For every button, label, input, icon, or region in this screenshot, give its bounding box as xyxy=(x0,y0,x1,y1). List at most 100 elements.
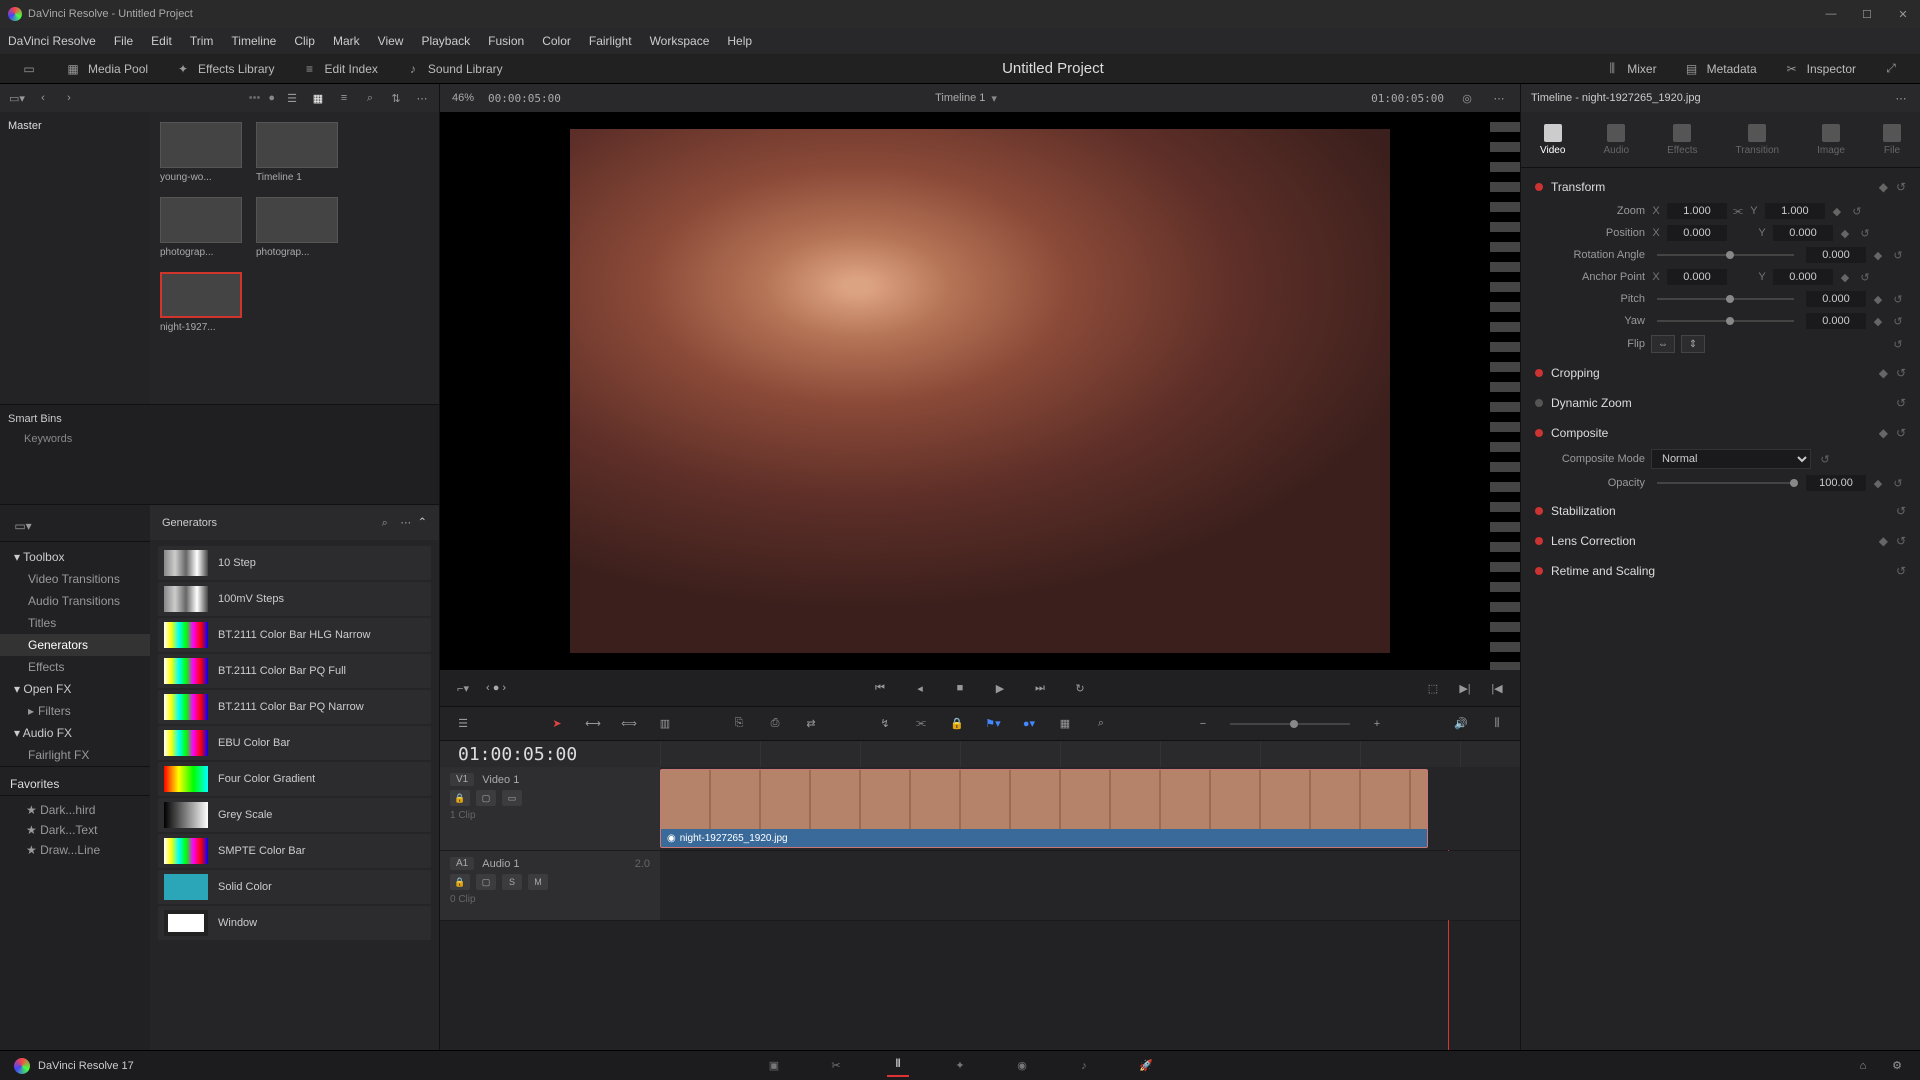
window-close-button[interactable]: ✕ xyxy=(1894,5,1912,23)
inspector-options[interactable]: ⋯ xyxy=(1892,89,1910,107)
generator-item[interactable]: BT.2111 Color Bar PQ Full xyxy=(158,654,431,688)
media-pool-toggle[interactable]: ▦Media Pool xyxy=(56,57,156,81)
generator-item[interactable]: Window xyxy=(158,906,431,940)
generator-item[interactable]: 100mV Steps xyxy=(158,582,431,616)
stop-button[interactable]: ■ xyxy=(951,679,969,697)
overwrite-button[interactable]: ⎙ xyxy=(766,715,784,733)
last-frame-button[interactable]: ⏭ xyxy=(1031,679,1049,697)
edit-page-button[interactable]: ⫴ xyxy=(887,1055,909,1077)
inspector-tab-transition[interactable]: Transition xyxy=(1726,120,1790,160)
viewer-zoom[interactable]: 46% xyxy=(452,92,474,104)
replace-button[interactable]: ⇄ xyxy=(802,715,820,733)
a1-solo[interactable]: S xyxy=(502,874,522,890)
clip-thumbnail[interactable]: photograp... xyxy=(256,197,338,258)
find-button[interactable]: ⌕ xyxy=(1092,715,1110,733)
options-button[interactable]: ⋯ xyxy=(413,89,431,107)
audiofx-node[interactable]: ▾ Audio FX xyxy=(0,722,150,744)
fx-category-effects[interactable]: Effects xyxy=(0,656,150,678)
smart-bins-header[interactable]: Smart Bins xyxy=(8,413,431,425)
dynamic-zoom-section[interactable]: Dynamic Zoom↺ xyxy=(1531,390,1910,416)
menu-mark[interactable]: Mark xyxy=(333,34,360,48)
flag-button[interactable]: ⚑▾ xyxy=(984,715,1002,733)
menu-clip[interactable]: Clip xyxy=(294,34,315,48)
thumb-view-button[interactable]: ▦ xyxy=(309,89,327,107)
effects-library-toggle[interactable]: ✦Effects Library xyxy=(166,57,282,81)
v1-track-header[interactable]: V1Video 1 🔒▢▭ 1 Clip xyxy=(440,767,660,850)
transform-keyframe[interactable]: ◆ xyxy=(1879,180,1888,194)
generator-item[interactable]: Grey Scale xyxy=(158,798,431,832)
yaw-input[interactable] xyxy=(1806,313,1866,329)
home-button[interactable]: ⌂ xyxy=(1854,1057,1872,1075)
pos-x-input[interactable] xyxy=(1667,225,1727,241)
flip-v-button[interactable]: ⇕ xyxy=(1681,335,1705,353)
menu-trim[interactable]: Trim xyxy=(190,34,214,48)
fx-category-titles[interactable]: Titles xyxy=(0,612,150,634)
anchor-y-input[interactable] xyxy=(1773,269,1833,285)
link-button[interactable]: ⫘ xyxy=(912,715,930,733)
fx-collapse-button[interactable]: ⌃ xyxy=(418,517,427,529)
strip-view-button[interactable]: ≡ xyxy=(335,89,353,107)
generator-item[interactable]: 10 Step xyxy=(158,546,431,580)
blade-tool[interactable]: ▥ xyxy=(656,715,674,733)
menu-playback[interactable]: Playback xyxy=(421,34,470,48)
pos-y-input[interactable] xyxy=(1773,225,1833,241)
openfx-filters[interactable]: ▸Filters xyxy=(0,700,150,722)
list-view-button[interactable]: ☰ xyxy=(283,89,301,107)
openfx-node[interactable]: ▾ Open FX xyxy=(0,678,150,700)
audio-monitor-button[interactable]: 🔊 xyxy=(1452,715,1470,733)
generator-item[interactable]: Four Color Gradient xyxy=(158,762,431,796)
composite-mode-select[interactable]: Normal xyxy=(1651,449,1811,469)
edit-index-toggle[interactable]: ≡Edit Index xyxy=(293,57,386,81)
favorite-item[interactable]: ★ Dark...Text xyxy=(0,820,150,840)
dynamic-trim-tool[interactable]: ⟺ xyxy=(620,715,638,733)
mixer-toggle[interactable]: ⫼Mixer xyxy=(1595,57,1664,81)
generator-item[interactable]: BT.2111 Color Bar PQ Narrow xyxy=(158,690,431,724)
opacity-slider[interactable] xyxy=(1657,482,1794,484)
timeline-timecode[interactable]: 01:00:05:00 xyxy=(458,744,577,765)
fx-view-button[interactable]: ▭▾ xyxy=(14,517,32,535)
v1-lock[interactable]: 🔒 xyxy=(450,790,470,806)
sound-library-toggle[interactable]: ♪Sound Library xyxy=(396,57,511,81)
cut-page-button[interactable]: ✂ xyxy=(825,1055,847,1077)
index-button[interactable]: ▦ xyxy=(1056,715,1074,733)
inspector-tab-image[interactable]: Image xyxy=(1807,120,1855,160)
full-inspector-button[interactable]: ⤢ xyxy=(1874,57,1908,81)
a1-track-header[interactable]: A1Audio 12.0 🔒▢SM 0 Clip xyxy=(440,851,660,920)
generator-item[interactable]: Solid Color xyxy=(158,870,431,904)
pitch-slider[interactable] xyxy=(1657,298,1794,300)
flip-h-button[interactable]: ⇔ xyxy=(1651,335,1675,353)
zoom-in-button[interactable]: + xyxy=(1368,715,1386,733)
menu-fairlight[interactable]: Fairlight xyxy=(589,34,632,48)
search-button[interactable]: ⌕ xyxy=(361,89,379,107)
rotation-slider[interactable] xyxy=(1657,254,1794,256)
first-frame-button[interactable]: ⏮ xyxy=(871,679,889,697)
retime-section[interactable]: Retime and Scaling↺ xyxy=(1531,558,1910,584)
program-viewer[interactable] xyxy=(440,112,1520,670)
prev-edit-button[interactable]: |◀ xyxy=(1488,679,1506,697)
project-settings-button[interactable]: ⚙ xyxy=(1888,1057,1906,1075)
cropping-section[interactable]: Cropping◆↺ xyxy=(1531,360,1910,386)
yaw-slider[interactable] xyxy=(1657,320,1794,322)
next-edit-button[interactable]: ▶| xyxy=(1456,679,1474,697)
video-clip[interactable]: ◉night-1927265_1920.jpg xyxy=(660,769,1428,848)
bin-tree[interactable]: Master xyxy=(0,112,150,404)
window-maximize-button[interactable]: ☐ xyxy=(1858,5,1876,23)
v1-track-body[interactable]: ◉night-1927265_1920.jpg xyxy=(660,767,1520,850)
master-bin[interactable]: Master xyxy=(8,120,142,132)
zoom-link-icon[interactable]: ⫘ xyxy=(1733,205,1743,218)
inspector-tab-video[interactable]: Video xyxy=(1530,120,1575,160)
mixer-mini-button[interactable]: ⫼ xyxy=(1488,715,1506,733)
fx-options-button[interactable]: ⋯ xyxy=(397,513,415,531)
sort-button[interactable]: ⇅ xyxy=(387,89,405,107)
nav-fwd-button[interactable]: › xyxy=(60,89,78,107)
a1-track-body[interactable] xyxy=(660,851,1520,920)
insert-button[interactable]: ⎘ xyxy=(730,715,748,733)
fx-category-video-transitions[interactable]: Video Transitions xyxy=(0,568,150,590)
menu-workspace[interactable]: Workspace xyxy=(650,34,710,48)
menu-fusion[interactable]: Fusion xyxy=(488,34,524,48)
inspector-tab-audio[interactable]: Audio xyxy=(1593,120,1639,160)
marker-button[interactable]: ●▾ xyxy=(1020,715,1038,733)
inspector-toggle[interactable]: ✂Inspector xyxy=(1775,57,1864,81)
fusion-page-button[interactable]: ✦ xyxy=(949,1055,971,1077)
loop-button[interactable]: ↻ xyxy=(1071,679,1089,697)
